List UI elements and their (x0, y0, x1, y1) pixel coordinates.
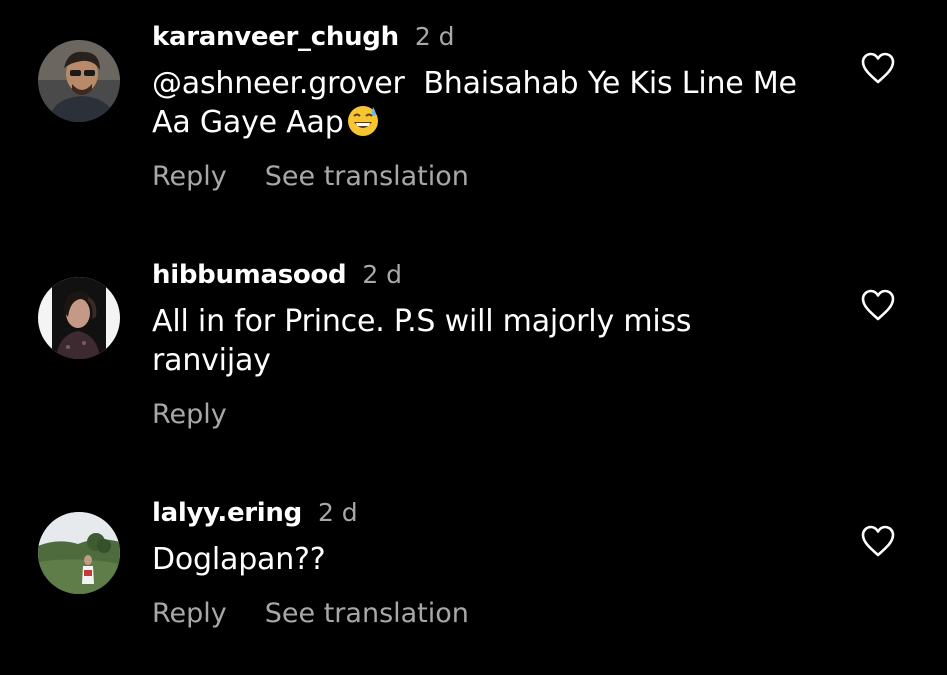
comment-text-line: Doglapan?? (152, 542, 326, 577)
comment-username[interactable]: karanveer_chugh (152, 22, 399, 52)
comment-text: All in for Prince. P.S will majorly miss… (152, 302, 832, 380)
comment-text-line: All in for Prince. P.S will majorly miss (152, 304, 692, 339)
avatar[interactable] (38, 277, 120, 359)
comment-timestamp: 2 d (414, 22, 455, 51)
avatar[interactable] (38, 40, 120, 122)
comment-username[interactable]: hibbumasood (152, 260, 347, 290)
reply-button[interactable]: Reply (152, 598, 227, 629)
avatar[interactable] (38, 512, 120, 594)
comment-timestamp: 2 d (317, 498, 358, 527)
grinning-face-with-sweat-icon (346, 103, 380, 137)
reply-button[interactable]: Reply (152, 399, 227, 430)
comment-text-line: Bhaisahab Ye Kis Line Me (423, 66, 797, 101)
reply-button[interactable]: Reply (152, 161, 227, 192)
see-translation-link[interactable]: See translation (265, 598, 469, 629)
comment-text: @ashneer.grover Bhaisahab Ye Kis Line Me… (152, 64, 832, 142)
heart-outline-icon[interactable] (860, 288, 896, 322)
comment-text: Doglapan?? (152, 540, 832, 579)
comment-text-line: ranvijay (152, 343, 271, 378)
mention-link[interactable]: @ashneer.grover (152, 66, 405, 101)
comment-text-line: Aa Gaye Aap (152, 105, 344, 140)
see-translation-link[interactable]: See translation (265, 161, 469, 192)
comment-username[interactable]: lalyy.ering (152, 498, 302, 528)
comment-timestamp: 2 d (362, 260, 403, 289)
heart-outline-icon[interactable] (860, 51, 896, 85)
heart-outline-icon[interactable] (860, 524, 896, 558)
